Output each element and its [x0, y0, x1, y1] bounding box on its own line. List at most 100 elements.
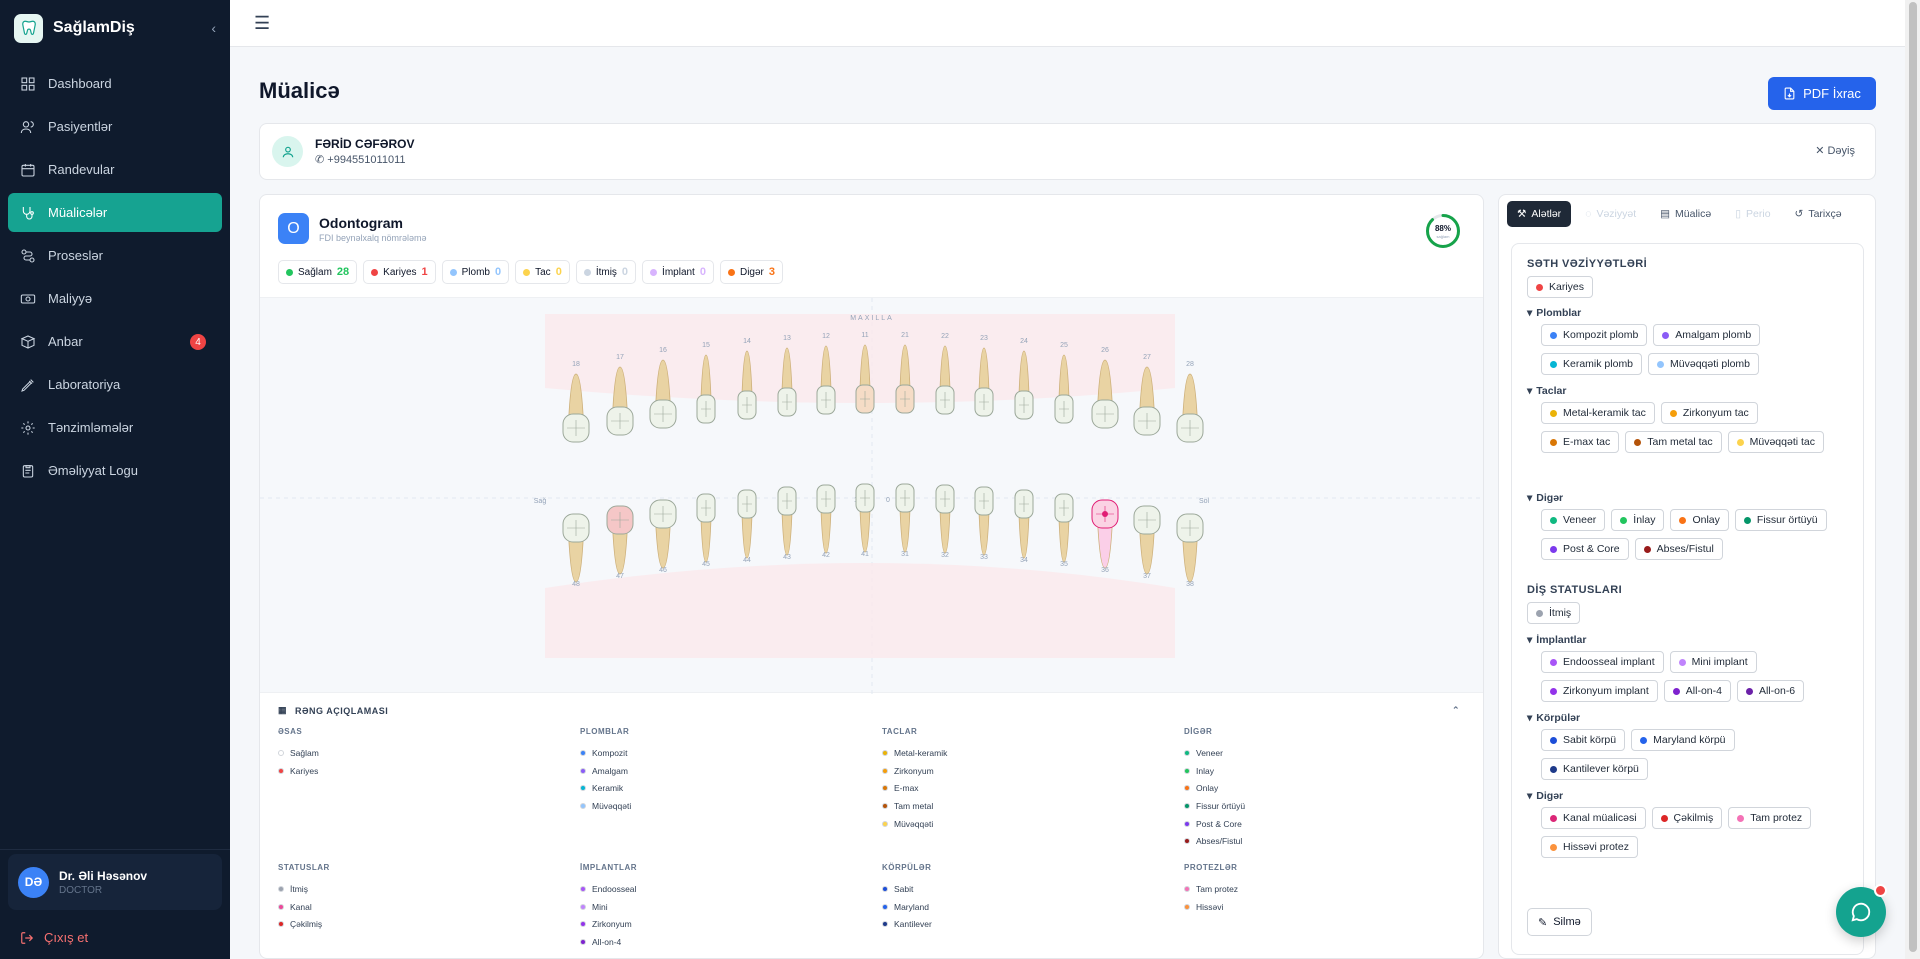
summary-chip[interactable]: Tac 0 [515, 260, 570, 284]
tool-button[interactable]: E-max tac [1541, 431, 1620, 453]
crowns-group[interactable]: ▾ Taclar [1527, 385, 1566, 397]
scrollbar-thumb[interactable] [1909, 2, 1917, 952]
chip-count: 0 [495, 266, 502, 278]
sidebar-item-1[interactable]: Pasiyentlər [8, 107, 222, 146]
summary-chip[interactable]: Plomb 0 [441, 260, 510, 284]
tool-button[interactable]: Tam metal tac [1625, 431, 1722, 453]
collapse-sidebar-icon[interactable]: ‹ [211, 20, 216, 36]
tooth-32[interactable]: 32 [935, 484, 955, 559]
menu-icon[interactable]: ☰ [254, 13, 270, 34]
sidebar-item-4[interactable]: Proseslər [8, 236, 222, 275]
tooth-41[interactable]: 41 [855, 483, 875, 558]
tool-button[interactable]: Kompozit plomb [1541, 324, 1648, 346]
summary-chip[interactable]: Kariyes 1 [363, 260, 436, 284]
tool-button-label: All-on-6 [1758, 685, 1796, 697]
other2-group[interactable]: ▾ Digər [1527, 790, 1563, 802]
tool-button[interactable]: Endoosseal implant [1541, 651, 1664, 673]
tool-button[interactable]: Amalgam plomb [1653, 324, 1761, 346]
tool-button[interactable]: Zirkonyum tac [1660, 402, 1758, 424]
patient-card: FƏRİD CƏFƏROV ✆ +994551011011 ✕ Dəyiş [259, 123, 1876, 180]
sidebar-item-3[interactable]: Müalicələr [8, 193, 222, 232]
tooth-43[interactable]: 43 [777, 486, 797, 561]
tab-label: Vəziyyət [1596, 208, 1637, 220]
tab-1[interactable]: ◌ Vəziyyət [1575, 201, 1646, 227]
tool-button[interactable]: Kanal müalicəsi [1541, 807, 1646, 829]
tool-button[interactable]: All-on-4 [1663, 680, 1731, 702]
summary-chip[interactable]: İtmiş 0 [575, 260, 637, 284]
tooth-48[interactable]: 48 [562, 513, 590, 588]
sidebar-item-9[interactable]: Əməliyyat Logu [8, 451, 222, 490]
sidebar-item-8[interactable]: Tənzimləmələr [8, 408, 222, 447]
tool-button-label: Hissəvi protez [1563, 841, 1629, 853]
tab-2[interactable]: ▤ Müalicə [1650, 201, 1721, 227]
sidebar-item-6[interactable]: Anbar 4 [8, 322, 222, 361]
legend-item: Post & Core [1184, 815, 1464, 833]
tooth-28[interactable]: 28 [1176, 361, 1204, 443]
tool-button[interactable]: Tam protez [1728, 807, 1812, 829]
bridges-group[interactable]: ▾ Körpülər [1527, 712, 1580, 724]
legend-header[interactable]: ▦ RƏNG AÇIQLAMASI ⌃ [278, 705, 1468, 716]
summary-chip[interactable]: Sağlam 28 [278, 260, 358, 284]
fillings-group[interactable]: ▾ Plomblar [1527, 307, 1581, 319]
sidebar-item-2[interactable]: Randevular [8, 150, 222, 189]
tab-3[interactable]: ▯ Perio [1725, 201, 1780, 227]
scrollbar[interactable] [1905, 0, 1920, 959]
tooth-47[interactable]: 47 [606, 505, 634, 580]
other-group[interactable]: ▾ Digər [1527, 492, 1563, 504]
tooth-42[interactable]: 42 [816, 484, 836, 559]
sidebar-item-5[interactable]: Maliyyə [8, 279, 222, 318]
sidebar-item-0[interactable]: Dashboard [8, 64, 222, 103]
tool-button[interactable]: Çəkilmiş [1651, 807, 1723, 829]
tool-button[interactable]: Maryland körpü [1631, 729, 1735, 751]
tool-button[interactable]: İnlay [1611, 509, 1665, 531]
tool-button-label: Post & Core [1563, 543, 1620, 555]
tool-button[interactable]: Keramik plomb [1541, 353, 1643, 375]
logout-button[interactable]: Çıxış et [20, 930, 88, 945]
tab-0[interactable]: ⚒ Alətlər [1507, 201, 1572, 227]
user-profile[interactable]: DƏ Dr. Əli Həsənov DOCTOR [8, 854, 222, 910]
pdf-export-button[interactable]: PDF İxrac [1768, 77, 1876, 110]
tool-button[interactable]: Hissəvi protez [1541, 836, 1638, 858]
tool-button[interactable]: Fissur örtüyü [1734, 509, 1827, 531]
tool-button[interactable]: Kariyes [1527, 276, 1594, 298]
tool-button[interactable]: Onlay [1670, 509, 1729, 531]
dental-chart[interactable]: MAXILLA Sağ Sol 1 0 18171615141312112122… [260, 297, 1484, 694]
implants-group[interactable]: ▾ İmplantlar [1527, 634, 1586, 646]
tooth-33[interactable]: 33 [974, 486, 994, 561]
teeth-svg[interactable]: MAXILLA Sağ Sol 1 0 18171615141312112122… [260, 298, 1484, 694]
tool-button[interactable]: Mini implant [1669, 651, 1757, 673]
summary-chip[interactable]: Digər 3 [719, 260, 783, 284]
tooth-34[interactable]: 34 [1014, 489, 1034, 564]
tool-button[interactable]: Müvəqqəti plomb [1648, 353, 1759, 375]
summary-chip[interactable]: İmplant 0 [642, 260, 714, 284]
chevron-up-icon[interactable]: ⌃ [1452, 705, 1460, 716]
user-name: Dr. Əli Həsənov [59, 868, 148, 883]
change-patient-button[interactable]: ✕ Dəyiş [1815, 144, 1855, 157]
legend-item-label: Inlay [1196, 765, 1214, 776]
tool-button[interactable]: Veneer [1541, 509, 1606, 531]
tool-button[interactable]: Post & Core [1541, 538, 1629, 560]
legend-item-label: Müvəqqəti [592, 800, 632, 811]
odontogram-title: Odontogram [319, 214, 403, 231]
tool-button[interactable]: Kantilever körpü [1541, 758, 1648, 780]
sidebar-item-7[interactable]: Laboratoriya [8, 365, 222, 404]
tool-button[interactable]: Zirkonyum implant [1541, 680, 1658, 702]
tooth-45[interactable]: 45 [696, 493, 716, 568]
tool-button[interactable]: Abses/Fistul [1634, 538, 1723, 560]
color-swatch [1184, 885, 1190, 892]
tooth-46[interactable]: 46 [649, 499, 677, 574]
tool-button[interactable]: İtmiş [1527, 602, 1581, 624]
tooth-37[interactable]: 37 [1133, 505, 1161, 580]
chip-label: Sağlam [298, 266, 332, 278]
tool-button[interactable]: Metal-keramik tac [1541, 402, 1655, 424]
tooth-44[interactable]: 44 [737, 489, 757, 564]
erase-button[interactable]: ✎ Silmə [1527, 908, 1592, 936]
tooth-31[interactable]: 31 [895, 483, 915, 558]
tooth-36[interactable]: 36 [1091, 499, 1119, 574]
tooth-38[interactable]: 38 [1176, 513, 1204, 588]
tool-button[interactable]: Sabit körpü [1541, 729, 1626, 751]
tool-button[interactable]: Müvəqqəti tac [1727, 431, 1824, 453]
tool-button[interactable]: All-on-6 [1736, 680, 1805, 702]
tab-4[interactable]: ↺ Tarixçə [1785, 201, 1852, 227]
tooth-35[interactable]: 35 [1054, 493, 1074, 568]
